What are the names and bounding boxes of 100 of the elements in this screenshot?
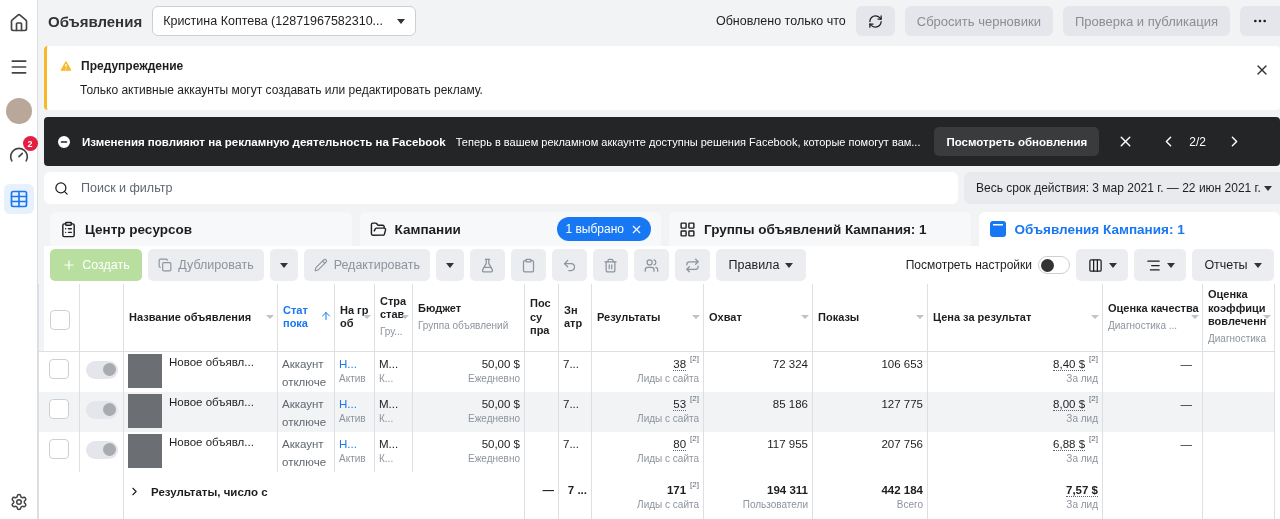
cell-value: 7,57 $ <box>1066 483 1098 497</box>
view-settings-toggle[interactable] <box>1038 256 1070 274</box>
sort-arrow-icon <box>320 310 332 322</box>
caret-icon <box>785 262 794 268</box>
dropdown-button[interactable] <box>436 249 464 281</box>
table-row[interactable]: Новое объявл... Аккаунт отключе Н... Актив М... К... 50,00 $ Ежедневно 7... 38 [2] Лиды с сайта 72 324 106 653 8,40 $ [2] За лид — <box>38 351 1275 392</box>
cell-subtext: За лид <box>1065 371 1098 386</box>
photo-placeholder <box>128 433 162 468</box>
tab[interactable]: Кампании 1 выбрано <box>359 212 661 246</box>
column-header[interactable]: Цена за результат <box>933 310 1099 324</box>
tab[interactable]: Центр ресурсов <box>50 212 352 246</box>
grid-icon <box>679 220 696 238</box>
table-row[interactable]: Новое объявл... Аккаунт отключе Н... Актив М... К... 50,00 $ Ежедневно 7... 53 [2] Лиды с сайта 85 186 127 775 8,00 $ [2] За лид — <box>38 391 1275 432</box>
cell-value: 8,40 $ <box>1053 357 1086 371</box>
row-toggle[interactable] <box>85 440 118 459</box>
tab[interactable]: Группы объявлений Кампания: 1 <box>669 212 971 246</box>
cell-value: 127 775 <box>881 397 923 410</box>
breakdown-dropdown[interactable] <box>1134 249 1186 281</box>
cell-value: Н... <box>339 397 357 410</box>
flask-icon <box>480 257 495 273</box>
column-header[interactable]: Стра став <box>380 295 409 322</box>
column-header[interactable]: Показы <box>818 310 924 324</box>
column-header[interactable]: Охват <box>709 310 809 324</box>
caret-icon <box>801 315 809 319</box>
cell-subtext: Актив <box>339 451 367 466</box>
photo-placeholder <box>128 393 162 428</box>
select-all-checkbox[interactable] <box>50 309 70 330</box>
search-field[interactable]: Поиск и фильтр <box>44 172 958 204</box>
tab[interactable]: Объявления Кампания: 1 <box>978 212 1280 246</box>
cell-value: — <box>542 483 554 496</box>
compare-button[interactable] <box>675 249 710 281</box>
audience-button[interactable] <box>634 249 669 281</box>
cell-value: — <box>1180 397 1192 410</box>
people-icon <box>644 257 659 273</box>
view-updates-button[interactable]: Посмотреть обновления <box>934 127 1100 156</box>
arrows-icon <box>685 257 700 273</box>
test-button[interactable] <box>470 249 505 281</box>
sidebar-item[interactable] <box>3 184 34 214</box>
tab-label: Кампании <box>394 221 461 237</box>
row-checkbox[interactable] <box>49 358 69 379</box>
account-dropdown[interactable]: Кристина Коптева (12871967582310... <box>152 6 417 36</box>
date-range-dropdown[interactable]: Весь срок действия: 3 мар 2021 г. — 22 июн 2021 г. <box>964 172 1280 204</box>
row-toggle[interactable] <box>85 400 118 419</box>
cell-subtext: Ежедневно <box>466 411 520 426</box>
cell-subtext: За лид <box>1065 411 1098 426</box>
caret-icon <box>1091 315 1099 319</box>
selection-chip[interactable]: 1 выбрано <box>557 217 651 241</box>
avatar <box>5 98 32 124</box>
cell-value: М... <box>379 397 399 410</box>
undo-button[interactable] <box>552 249 587 281</box>
refresh-button[interactable] <box>855 6 895 36</box>
cell-value: 442 184 <box>881 483 923 496</box>
cell-value: Аккаунт отключе <box>282 357 327 388</box>
row-checkbox[interactable] <box>49 398 69 419</box>
home-icon <box>8 13 29 33</box>
dropdown-button[interactable] <box>270 249 298 281</box>
delete-button[interactable] <box>593 249 628 281</box>
warning-icon <box>59 59 73 73</box>
cell-value: 7... <box>563 437 579 450</box>
row-toggle[interactable] <box>85 360 118 379</box>
settings-icon <box>9 493 28 511</box>
search-input[interactable]: Поиск и фильтр <box>79 180 948 196</box>
cell-subtext: Ежедневно <box>466 371 520 386</box>
cell-value: 50,00 $ <box>481 357 520 370</box>
tab-label: Объявления Кампания: 1 <box>1014 221 1185 237</box>
column-header[interactable]: Результаты <box>597 310 700 324</box>
cell-subtext: Лиды с сайта <box>636 451 699 466</box>
copy-icon <box>158 258 173 272</box>
cell-value: 80 <box>673 437 687 451</box>
column-header[interactable]: Название объявления <box>129 310 274 324</box>
caret-icon <box>1108 262 1117 268</box>
rules-dropdown[interactable]: Правила <box>716 249 806 281</box>
footnote-mark: [2] <box>690 433 699 443</box>
table-row[interactable]: Новое объявл... Аккаунт отключе Н... Актив М... К... 50,00 $ Ежедневно 7... 80 [2] Лиды с сайта 117 955 207 756 6,88 $ [2] За лид — <box>38 431 1275 472</box>
column-header[interactable]: Бюджет <box>418 301 521 315</box>
cell-value: 8,00 $ <box>1053 397 1086 411</box>
tab-label: Группы объявлений Кампания: 1 <box>704 221 927 237</box>
trash-icon <box>603 257 618 273</box>
undo-icon <box>562 257 577 273</box>
column-subheader: Диагностика <box>1208 333 1266 345</box>
clipboard-button[interactable] <box>511 249 546 281</box>
cell-value: — <box>1180 357 1192 370</box>
caret-icon <box>1263 315 1271 319</box>
row-checkbox[interactable] <box>49 438 69 459</box>
column-header[interactable]: Оценка коэффици вовлеченн <box>1208 288 1271 329</box>
footnote-mark: [2] <box>1089 433 1098 443</box>
caret-icon <box>1264 185 1272 191</box>
footnote-mark: [2] <box>690 393 699 403</box>
column-header[interactable]: Оценка качества <box>1108 301 1199 315</box>
cell-subtext: Ежедневно <box>466 451 520 466</box>
cell-value: 50,00 $ <box>481 397 520 410</box>
notification-badge: 2 <box>22 136 38 151</box>
column-subheader: Диагностика ... <box>1108 319 1178 331</box>
columns-dropdown[interactable] <box>1076 249 1128 281</box>
reports-dropdown[interactable]: Отчеты <box>1192 249 1274 281</box>
cell-value: 7 ... <box>567 483 587 496</box>
cell-value: Новое объявл... <box>169 354 254 370</box>
caret-icon <box>266 315 274 319</box>
cell-subtext: Пользователи <box>741 497 808 512</box>
cell-subtext: К... <box>379 371 395 386</box>
